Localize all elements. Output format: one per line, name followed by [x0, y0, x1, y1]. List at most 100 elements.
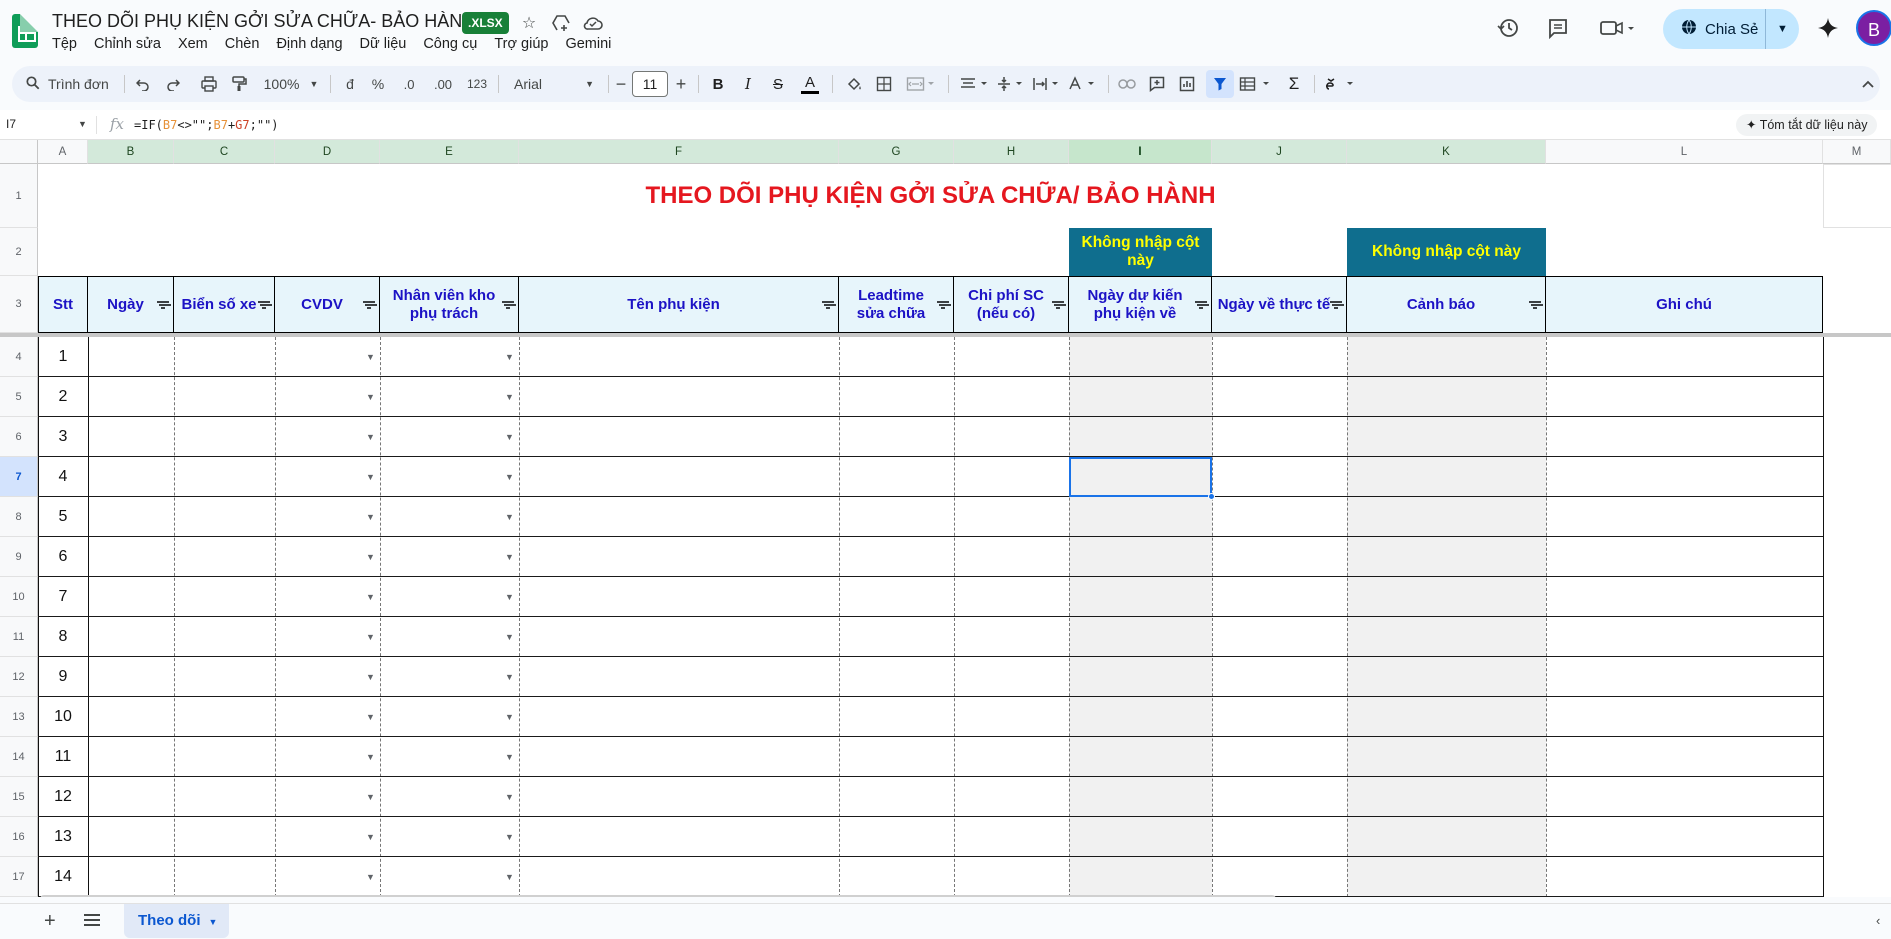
- dropdown-chip-icon[interactable]: ▼: [505, 592, 514, 602]
- text-wrap-icon[interactable]: [1030, 66, 1064, 102]
- filter-icon[interactable]: [157, 301, 169, 309]
- table-row[interactable]: 11: [38, 737, 1823, 777]
- document-title[interactable]: THEO DÕI PHỤ KIỆN GỞI SỬA CHỮA- BẢO HÀNH: [52, 11, 475, 32]
- filter-icon[interactable]: [1195, 301, 1207, 309]
- comments-icon[interactable]: [1546, 16, 1570, 40]
- dropdown-chip-icon[interactable]: ▼: [366, 352, 375, 362]
- insert-link-icon[interactable]: [1114, 66, 1140, 102]
- formula-input[interactable]: =IF(B7<>"";B7+G7;""): [134, 118, 279, 132]
- table-row[interactable]: 9: [38, 657, 1823, 697]
- table-row[interactable]: 6: [38, 537, 1823, 577]
- dropdown-chip-icon[interactable]: ▼: [505, 472, 514, 482]
- col-header-d[interactable]: D: [275, 140, 380, 164]
- row-header-4[interactable]: 4: [0, 337, 38, 377]
- name-box[interactable]: I7: [6, 117, 16, 131]
- functions-button[interactable]: Σ: [1282, 66, 1306, 102]
- col-header-g[interactable]: G: [839, 140, 954, 164]
- menu-help[interactable]: Trợ giúp: [494, 36, 548, 52]
- zoom-select[interactable]: 100% ▼: [260, 66, 322, 102]
- row-header-10[interactable]: 10: [0, 577, 38, 617]
- row-header-17[interactable]: 17: [0, 857, 38, 897]
- all-sheets-icon[interactable]: [84, 913, 100, 927]
- strikethrough-button[interactable]: S: [766, 66, 790, 102]
- horizontal-align-icon[interactable]: [958, 66, 992, 102]
- dropdown-chip-icon[interactable]: ▼: [505, 672, 514, 682]
- table-row[interactable]: 7: [38, 577, 1823, 617]
- cell-m1[interactable]: [1823, 164, 1891, 228]
- spreadsheet-grid[interactable]: A B C D E F G H I J K L M 1 2 3 4 5 6 7 …: [0, 140, 1891, 897]
- dropdown-chip-icon[interactable]: ▼: [366, 472, 375, 482]
- header-ngay-ve[interactable]: Ngày về thực tế: [1212, 276, 1347, 333]
- dropdown-chip-icon[interactable]: ▼: [505, 712, 514, 722]
- menu-tools[interactable]: Công cụ: [423, 36, 477, 52]
- sheets-logo-icon[interactable]: [12, 14, 38, 48]
- dropdown-chip-icon[interactable]: ▼: [366, 752, 375, 762]
- dropdown-chip-icon[interactable]: ▼: [366, 552, 375, 562]
- scroll-left-icon[interactable]: ◀: [1872, 896, 1878, 897]
- dropdown-chip-icon[interactable]: ▼: [366, 512, 375, 522]
- insert-comment-icon[interactable]: [1144, 66, 1170, 102]
- col-header-k[interactable]: K: [1347, 140, 1546, 164]
- dropdown-chip-icon[interactable]: ▼: [366, 632, 375, 642]
- col-header-i[interactable]: I: [1069, 140, 1212, 164]
- table-row[interactable]: 4: [38, 457, 1823, 497]
- version-history-icon[interactable]: [1496, 16, 1520, 40]
- dropdown-chip-icon[interactable]: ▼: [505, 352, 514, 362]
- horizontal-scrollbar[interactable]: [40, 895, 1276, 897]
- star-icon[interactable]: ☆: [518, 12, 540, 34]
- font-select[interactable]: Arial ▼: [506, 66, 602, 102]
- menu-data[interactable]: Dữ liệu: [360, 36, 407, 52]
- row-header-12[interactable]: 12: [0, 657, 38, 697]
- sheet-title[interactable]: THEO DÕI PHỤ KIỆN GỞI SỬA CHỮA/ BẢO HÀNH: [38, 164, 1823, 228]
- stt-cell[interactable]: 1: [38, 337, 88, 377]
- undo-icon[interactable]: [130, 66, 156, 102]
- header-cvdv[interactable]: CVDV: [275, 276, 380, 333]
- stt-cell[interactable]: 2: [38, 377, 88, 417]
- insert-chart-icon[interactable]: [1174, 66, 1200, 102]
- table-row[interactable]: 3: [38, 417, 1823, 457]
- col-header-e[interactable]: E: [380, 140, 519, 164]
- dropdown-chip-icon[interactable]: ▼: [505, 832, 514, 842]
- header-ngay[interactable]: Ngày: [88, 276, 174, 333]
- bold-button[interactable]: B: [706, 66, 730, 102]
- input-tools-icon[interactable]: [1322, 66, 1362, 102]
- table-row[interactable]: 12: [38, 777, 1823, 817]
- col-header-m[interactable]: M: [1823, 140, 1891, 164]
- filter-icon[interactable]: [363, 301, 375, 309]
- col-header-h[interactable]: H: [954, 140, 1069, 164]
- tab-theo-doi[interactable]: Theo dõi ▼: [124, 904, 230, 938]
- dropdown-chip-icon[interactable]: ▼: [366, 432, 375, 442]
- menu-search[interactable]: Trình đơn: [26, 66, 116, 102]
- share-dropdown-icon[interactable]: ▼: [1766, 23, 1799, 35]
- stt-cell[interactable]: 6: [38, 537, 88, 577]
- header-ten-phu-kien[interactable]: Tên phụ kiện: [519, 276, 839, 333]
- table-row[interactable]: 1: [38, 337, 1823, 377]
- table-row[interactable]: 5: [38, 497, 1823, 537]
- row-header-3[interactable]: 3: [0, 276, 38, 333]
- table-row[interactable]: 13: [38, 817, 1823, 857]
- filter-icon[interactable]: [258, 301, 270, 309]
- dropdown-chip-icon[interactable]: ▼: [505, 632, 514, 642]
- stt-cell[interactable]: 12: [38, 777, 88, 817]
- print-icon[interactable]: [196, 66, 222, 102]
- vertical-align-icon[interactable]: [994, 66, 1028, 102]
- table-row[interactable]: 8: [38, 617, 1823, 657]
- row-header-8[interactable]: 8: [0, 497, 38, 537]
- stt-cell[interactable]: 9: [38, 657, 88, 697]
- filter-icon[interactable]: [937, 301, 949, 309]
- table-row[interactable]: 14: [38, 857, 1823, 897]
- col-header-f[interactable]: F: [519, 140, 839, 164]
- dropdown-chip-icon[interactable]: ▼: [366, 872, 375, 882]
- menu-file[interactable]: Tệp: [52, 36, 77, 52]
- avatar[interactable]: B: [1856, 10, 1891, 46]
- row-header-7[interactable]: 7: [0, 457, 38, 497]
- menu-gemini[interactable]: Gemini: [565, 36, 611, 52]
- header-stt[interactable]: Stt: [38, 276, 88, 333]
- dropdown-chip-icon[interactable]: ▼: [505, 552, 514, 562]
- table-row[interactable]: 10: [38, 697, 1823, 737]
- filter-icon[interactable]: [502, 301, 514, 309]
- warning-col-i[interactable]: Không nhập cột này: [1069, 228, 1212, 276]
- row-header-11[interactable]: 11: [0, 617, 38, 657]
- dropdown-chip-icon[interactable]: ▼: [505, 752, 514, 762]
- merge-cells-icon[interactable]: [902, 66, 940, 102]
